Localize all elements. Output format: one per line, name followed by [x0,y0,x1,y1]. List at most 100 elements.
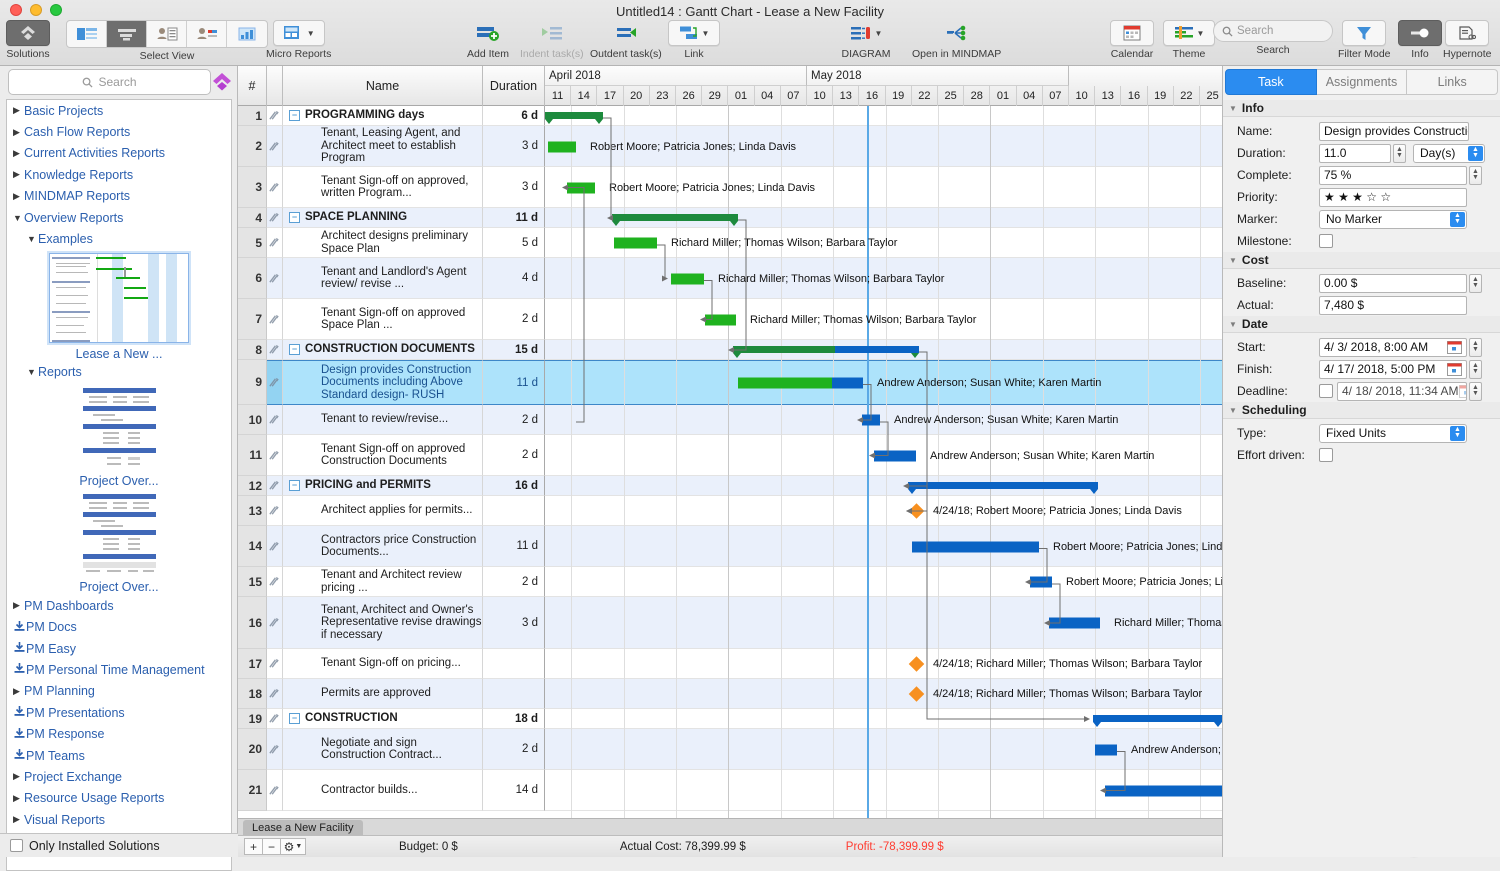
column-header-num[interactable]: # [238,66,267,106]
duration-stepper[interactable]: ▲▼ [1393,144,1406,163]
collapse-toggle-icon[interactable]: − [289,344,300,355]
section-info[interactable]: ▼ Info [1223,100,1500,117]
gantt-row-cell[interactable] [545,340,1222,360]
baseline-field[interactable]: 0.00 $ [1319,274,1467,293]
task-name-cell[interactable]: −CONSTRUCTION [283,709,483,729]
task-indicator-icon[interactable] [267,597,283,649]
task-indicator-icon[interactable] [267,526,283,567]
solutions-tree[interactable]: ▶ Basic Projects ▶ Cash Flow Reports ▶ C… [6,99,232,871]
task-indicator-icon[interactable] [267,360,283,405]
filter-mode-button[interactable]: Filter Mode [1338,20,1391,60]
download-icon[interactable] [13,641,26,656]
table-row[interactable]: 17Tenant Sign-off on pricing... [238,649,1222,679]
gantt-row-cell[interactable] [545,679,1222,709]
task-duration-cell[interactable]: 3 d [483,597,545,649]
gantt-row-cell[interactable] [545,126,1222,167]
section-cost[interactable]: ▼ Cost [1223,252,1500,269]
duration-unit-select[interactable]: Day(s) ▲▼ [1413,144,1485,163]
table-row[interactable]: 5Architect designs preliminary Space Pla… [238,228,1222,258]
open-in-mindmap-button[interactable]: Open in MINDMAP [912,20,1001,60]
task-name-cell[interactable]: −PRICING and PERMITS [283,476,483,496]
gantt-row-cell[interactable] [545,729,1222,770]
sidebar-item-pm-dashboards[interactable]: ▶ PM Dashboards [7,595,231,616]
table-row[interactable]: 7Tenant Sign-off on approved Space Plan … [238,299,1222,340]
table-row[interactable]: 10Tenant to review/revise...2 d [238,405,1222,435]
task-name-cell[interactable]: Tenant and Landlord's Agent review/ revi… [283,258,483,299]
sidebar-item-pm-planning[interactable]: ▶ PM Planning [7,681,231,702]
task-name-cell[interactable]: Architect designs preliminary Space Plan [283,228,483,258]
table-row[interactable]: 9Design provides Construction Documents … [238,360,1222,405]
sidebar-item-basic-projects[interactable]: ▶ Basic Projects [7,100,231,121]
duration-field[interactable]: 11.0 [1319,144,1391,163]
view-option-outline[interactable] [67,21,107,47]
task-name-cell[interactable]: Architect applies for permits... [283,496,483,526]
sidebar-item-pm-response[interactable]: PM Response [7,723,231,744]
table-row[interactable]: 12−PRICING and PERMITS16 d [238,476,1222,496]
triangle-right-icon[interactable]: ▶ [13,600,24,611]
inspector-tabs[interactable]: Task Assignments Links [1225,69,1498,95]
chevron-updown-icon[interactable]: ▲▼ [1468,146,1483,161]
thumbnail-lease-a-new-facility[interactable]: Lease a New ... [7,250,231,362]
calendar-icon[interactable] [1447,341,1462,354]
triangle-down-icon[interactable]: ▼ [1229,320,1237,329]
collapse-toggle-icon[interactable]: − [289,110,300,121]
chevron-updown-icon[interactable]: ▲▼ [1450,426,1465,441]
task-duration-cell[interactable]: 11 d [483,526,545,567]
task-indicator-icon[interactable] [267,435,283,476]
outdent-task-button[interactable]: Outdent task(s) [590,20,662,60]
task-duration-cell[interactable]: 2 d [483,567,545,597]
task-indicator-icon[interactable] [267,258,283,299]
triangle-right-icon[interactable]: ▶ [13,814,24,825]
task-indicator-icon[interactable] [267,167,283,208]
task-duration-cell[interactable]: 5 d [483,228,545,258]
gantt-row-cell[interactable] [545,770,1222,811]
task-duration-cell[interactable] [483,679,545,709]
table-row[interactable]: 21Contractor builds...14 d [238,770,1222,811]
triangle-down-icon[interactable]: ▼ [1229,406,1237,415]
triangle-down-icon[interactable]: ▼ [1229,104,1237,113]
gantt-row-cell[interactable] [545,597,1222,649]
gantt-row-cell[interactable] [545,526,1222,567]
section-date[interactable]: ▼ Date [1223,316,1500,333]
download-icon[interactable] [13,748,26,763]
sidebar-item-pm-easy[interactable]: PM Easy [7,638,231,659]
sidebar-item-current-activities-reports[interactable]: ▶ Current Activities Reports [7,143,231,164]
task-duration-cell[interactable]: 2 d [483,729,545,770]
view-segmented-control[interactable] [66,20,268,48]
task-duration-cell[interactable]: 6 d [483,106,545,126]
task-indicator-icon[interactable] [267,405,283,435]
task-name-cell[interactable]: Tenant Sign-off on approved, written Pro… [283,167,483,208]
table-row[interactable]: 8−CONSTRUCTION DOCUMENTS15 d [238,340,1222,360]
tab-task[interactable]: Task [1225,69,1317,95]
gantt-row-cell[interactable] [545,208,1222,228]
download-icon[interactable] [13,705,26,720]
sidebar-item-project-exchange[interactable]: ▶ Project Exchange [7,766,231,787]
name-field[interactable]: Design provides Construction [1319,122,1469,141]
task-duration-cell[interactable]: 3 d [483,126,545,167]
type-select[interactable]: Fixed Units ▲▼ [1319,424,1467,443]
tab-assignments[interactable]: Assignments [1317,69,1408,95]
task-name-cell[interactable]: Contractors price Construction Documents… [283,526,483,567]
complete-field[interactable]: 75 % [1319,166,1467,185]
task-name-cell[interactable]: −PROGRAMMING days [283,106,483,126]
view-option-report[interactable] [227,21,267,47]
gantt-row-cell[interactable] [545,476,1222,496]
search-input[interactable]: Search [1213,20,1333,42]
task-duration-cell[interactable]: 18 d [483,709,545,729]
effort-driven-checkbox[interactable] [1319,448,1333,462]
task-duration-cell[interactable]: 14 d [483,770,545,811]
task-duration-cell[interactable]: 11 d [483,360,545,405]
table-row[interactable]: 15Tenant and Architect review pricing ..… [238,567,1222,597]
task-duration-cell[interactable] [483,649,545,679]
task-duration-cell[interactable]: 2 d [483,405,545,435]
task-duration-cell[interactable] [483,496,545,526]
task-indicator-icon[interactable] [267,340,283,360]
task-name-cell[interactable]: Tenant Sign-off on pricing... [283,649,483,679]
gantt-row-cell[interactable] [545,106,1222,126]
task-duration-cell[interactable]: 11 d [483,208,545,228]
theme-button[interactable]: ▼ Theme [1163,20,1215,60]
task-indicator-icon[interactable] [267,106,283,126]
column-header-indicator[interactable] [267,66,283,106]
task-indicator-icon[interactable] [267,567,283,597]
task-duration-cell[interactable]: 2 d [483,435,545,476]
